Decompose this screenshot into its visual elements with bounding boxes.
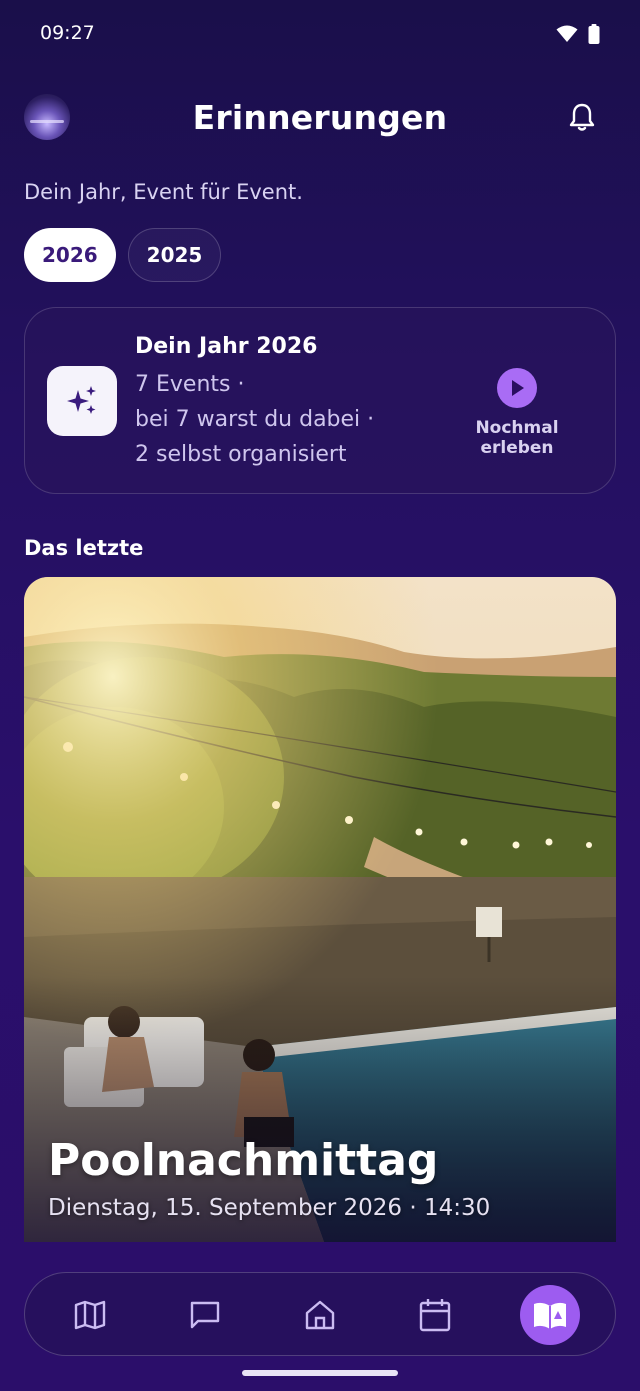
bottom-nav [24,1272,616,1356]
wifi-icon [556,25,578,42]
play-icon [497,368,537,408]
recap-title: Dein Jahr 2026 [135,334,318,359]
map-icon [74,1300,106,1330]
nav-memories[interactable] [520,1285,580,1345]
sparkles-icon [47,366,117,436]
section-title-last: Das letzte [24,536,144,560]
home-indicator[interactable] [242,1370,398,1376]
chat-icon [190,1301,220,1329]
page-subtitle: Dein Jahr, Event für Event. [24,180,303,204]
home-icon [305,1300,335,1330]
recap-events-count: 7 Events · [135,372,245,397]
year-pill-2025[interactable]: 2025 [127,228,222,282]
year-recap-card[interactable]: Dein Jahr 2026 7 Events · bei 7 warst du… [24,307,616,494]
header: Erinnerungen [0,90,640,150]
event-name: Poolnachmittag [48,1135,439,1186]
memories-book-icon [534,1302,566,1329]
year-filter: 2026 2025 [24,228,222,282]
battery-icon [588,24,600,44]
recap-attended: bei 7 warst du dabei · [135,407,375,432]
last-event-card[interactable]: Poolnachmittag Dienstag, 15. September 2… [24,577,616,1242]
page-title: Erinnerungen [192,98,448,137]
nav-map[interactable] [60,1285,120,1345]
status-bar: 09:27 [0,0,640,70]
calendar-icon [419,1299,451,1332]
replay-label: Nochmal erleben [475,418,559,458]
event-date: Dienstag, 15. September 2026 · 14:30 [48,1195,491,1221]
replay-button[interactable]: Nochmal erleben [437,368,597,458]
year-pill-2026[interactable]: 2026 [24,228,116,282]
status-icons [556,24,600,44]
nav-calendar[interactable] [405,1285,465,1345]
nav-chat[interactable] [175,1285,235,1345]
nav-home[interactable] [290,1285,350,1345]
status-time: 09:27 [40,22,95,44]
bell-icon[interactable] [568,102,596,132]
recap-organized: 2 selbst organisiert [135,442,347,467]
